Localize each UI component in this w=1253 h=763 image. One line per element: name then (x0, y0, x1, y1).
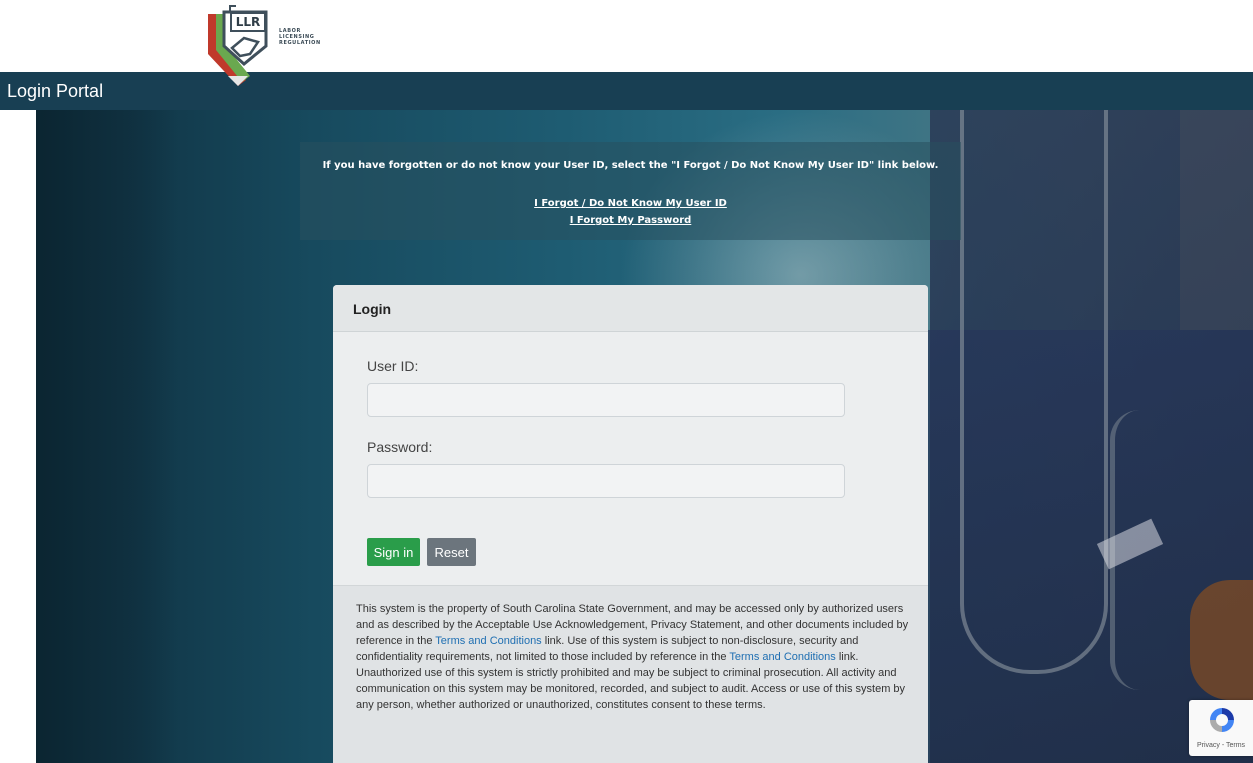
sign-in-button[interactable]: Sign in (367, 538, 420, 566)
terms-link-1[interactable]: Terms and Conditions (435, 635, 541, 647)
user-id-input[interactable] (367, 383, 845, 417)
legal-footer: This system is the property of South Car… (333, 585, 928, 763)
terms-link-2[interactable]: Terms and Conditions (729, 651, 835, 663)
logo-wordmark: LABOR LICENSING REGULATION (279, 28, 321, 46)
llr-logo[interactable]: LLR (200, 2, 350, 92)
legal-notice: This system is the property of South Car… (356, 601, 909, 713)
llr-abbr: LLR (230, 12, 266, 32)
login-title: Login (353, 301, 392, 317)
header-bar (0, 0, 1253, 72)
forgot-user-id-link[interactable]: I Forgot / Do Not Know My User ID (300, 198, 961, 209)
title-bar (0, 72, 1253, 110)
recaptcha-privacy-terms[interactable]: Privacy - Terms (1189, 742, 1253, 749)
page-title: Login Portal (7, 81, 104, 101)
notice-message: If you have forgotten or do not know you… (322, 160, 939, 171)
reset-button[interactable]: Reset (427, 538, 476, 566)
login-card: Login User ID: Password: Sign in Reset T… (333, 285, 928, 763)
llr-shield-icon (208, 5, 268, 86)
forgot-password-link[interactable]: I Forgot My Password (300, 215, 961, 226)
recaptcha-icon (1210, 708, 1234, 732)
recaptcha-badge[interactable]: Privacy - Terms (1189, 700, 1253, 756)
forgot-notice: If you have forgotten or do not know you… (300, 142, 961, 240)
login-card-header: Login (333, 285, 928, 332)
user-id-label: User ID: (367, 358, 419, 374)
password-input[interactable] (367, 464, 845, 498)
logo-line-regulation: REGULATION (279, 40, 321, 46)
password-label: Password: (367, 439, 433, 455)
